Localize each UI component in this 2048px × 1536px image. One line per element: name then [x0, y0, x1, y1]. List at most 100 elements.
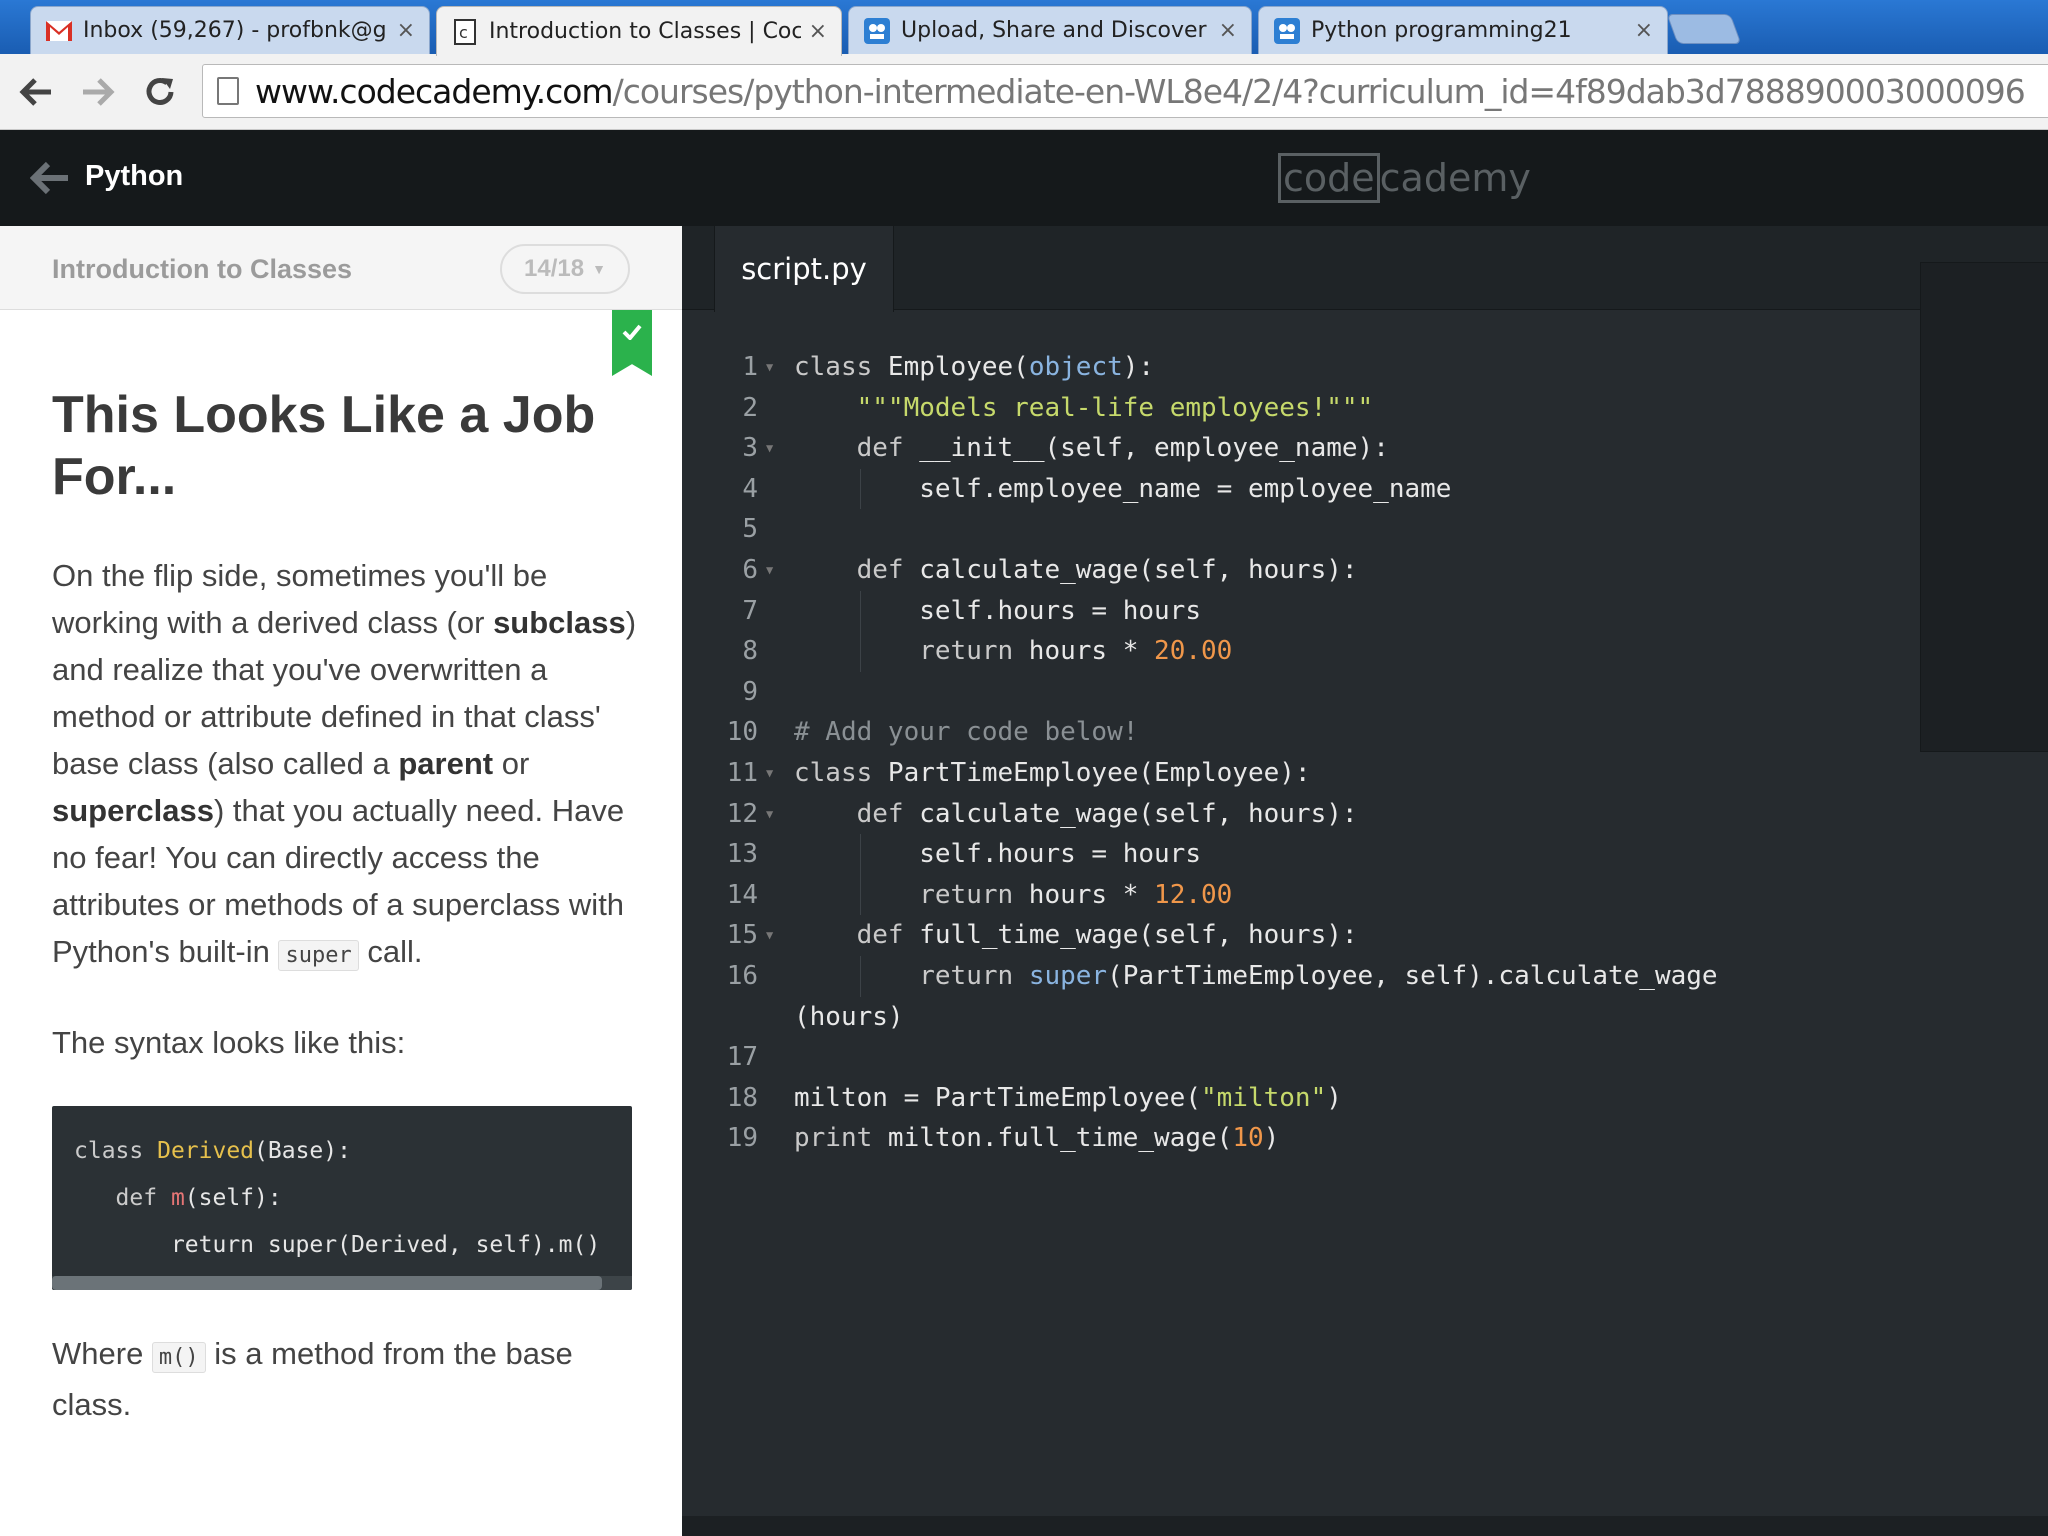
inline-code: super: [278, 940, 359, 971]
unit-title: Introduction to Classes: [52, 254, 353, 284]
code-line: 10 # Add your code below!: [682, 712, 2048, 753]
code-line: 12 ▼ def calculate_wage(self, hours):: [682, 794, 2048, 835]
tab-introduction-to-classes[interactable]: c Introduction to Classes | Coc ×: [436, 6, 842, 56]
tab-title: Inbox (59,267) - profbnk@g: [83, 18, 387, 43]
code-text: return hours * 12.00: [919, 879, 1233, 910]
lesson-paragraph: On the flip side, sometimes you'll be wo…: [52, 558, 637, 971]
line-number: 6: [742, 554, 758, 585]
tab-python-programming21[interactable]: Python programming21 ×: [1258, 6, 1668, 54]
line-number: 1: [742, 352, 758, 382]
course-name[interactable]: Python: [85, 160, 183, 193]
line-number: 16: [726, 960, 758, 991]
url-bar[interactable]: www.codecademy.com/courses/python-interm…: [202, 64, 2048, 118]
arrow-left-icon[interactable]: [30, 160, 70, 196]
line-number: 11: [726, 757, 758, 788]
horizontal-scrollbar[interactable]: [52, 1276, 632, 1290]
code-line: 19 print milton.full_time_wage(10): [682, 1118, 2048, 1159]
code-line: 13 self.hours = hours: [682, 834, 2048, 875]
tab-inbox[interactable]: Inbox (59,267) - profbnk@g ×: [30, 6, 430, 54]
checkmark-icon: [622, 324, 642, 340]
line-number: 18: [726, 1082, 758, 1113]
code-line: 6 ▼ def calculate_wage(self, hours):: [682, 550, 2048, 591]
lesson-paragraph: Where m() is a method from the base clas…: [52, 1336, 573, 1422]
code-text: # Add your code below!: [794, 717, 1139, 748]
code-line: 1 ▼ class Employee(object):: [682, 347, 2048, 388]
line-number: 19: [726, 1123, 758, 1154]
reload-button[interactable]: [138, 70, 182, 114]
code-area[interactable]: 1 ▼ class Employee(object): 2 """Models re…: [682, 347, 2048, 1159]
code-line: 3 ▼ def __init__(self, employee_name):: [682, 428, 2048, 469]
address-toolbar: www.codecademy.com/courses/python-interm…: [0, 54, 2048, 130]
gmail-icon: [45, 17, 73, 45]
forward-button[interactable]: [76, 70, 120, 114]
line-number: 2: [742, 392, 758, 423]
code-example: class Derived(Base): def m(self): return…: [52, 1106, 632, 1290]
line-number: 5: [742, 514, 758, 545]
upload-site-icon: [863, 17, 891, 45]
lesson-topbar: Introduction to Classes 14/18 ▼: [0, 226, 682, 310]
tab-upload-share-discover[interactable]: Upload, Share and Discover ×: [848, 6, 1252, 54]
code-line: 14 return hours * 12.00: [682, 874, 2048, 916]
arrow-left-icon: [19, 78, 51, 106]
codecademy-icon: c: [451, 18, 479, 46]
line-number: 14: [726, 879, 758, 910]
lesson-paragraph: The syntax looks like this:: [52, 1025, 406, 1060]
code-line: 16 return super(PartTimeEmployee, self).…: [682, 955, 2048, 997]
page-icon: [217, 77, 239, 105]
line-number: 13: [726, 839, 758, 870]
tab-title: Python programming21: [1311, 18, 1572, 43]
code-text: class PartTimeEmployee(Employee):: [794, 757, 1311, 788]
line-number: 9: [742, 676, 758, 707]
line-number: 4: [742, 473, 758, 504]
fold-arrow-icon[interactable]: ▼: [766, 794, 773, 835]
code-line: 11 ▼ class PartTimeEmployee(Employee):: [682, 753, 2048, 794]
code-line: 9: [682, 672, 2048, 713]
back-button[interactable]: [14, 70, 58, 114]
code-text: def calculate_wage(self, hours):: [856, 554, 1358, 585]
fold-arrow-icon[interactable]: ▼: [766, 347, 773, 388]
browser-tab-bar: Inbox (59,267) - profbnk@g × c Introduct…: [0, 0, 2048, 56]
line-number: 8: [742, 636, 758, 667]
close-icon[interactable]: ×: [809, 19, 827, 44]
code-line: 17: [682, 1037, 2048, 1078]
code-text: """Models real-life employees!""": [856, 392, 1374, 423]
site-header: Python code cademy: [0, 130, 2048, 226]
code-line: 2 """Models real-life employees!""": [682, 388, 2048, 429]
editor-tab-bar: script.py: [682, 226, 2048, 312]
fold-arrow-icon[interactable]: ▼: [766, 753, 773, 794]
close-icon[interactable]: ×: [1219, 18, 1237, 43]
line-number: 12: [726, 798, 758, 829]
line-number: 10: [726, 717, 758, 748]
code-text: self.hours = hours: [794, 839, 1201, 870]
close-icon[interactable]: ×: [397, 18, 415, 43]
fold-arrow-icon[interactable]: ▼: [766, 915, 773, 956]
svg-text:c: c: [459, 23, 468, 42]
new-tab-button[interactable]: [1666, 14, 1742, 44]
code-text: self.employee_name = employee_name: [794, 473, 1452, 504]
lesson-heading: This Looks Like a Job For...: [52, 386, 596, 506]
code-editor: script.py 1 ▼ class Employee(object): 2 ""…: [682, 226, 2048, 1536]
code-line: 18 milton = PartTimeEmployee("milton"): [682, 1078, 2048, 1119]
tab-title: Introduction to Classes | Coc: [489, 19, 801, 44]
fold-arrow-icon[interactable]: ▼: [766, 550, 773, 591]
completed-bookmark-icon: [612, 310, 652, 376]
code-line: 4 self.employee_name = employee_name: [682, 468, 2048, 510]
progress-dropdown[interactable]: 14/18 ▼: [500, 244, 630, 294]
code-text: return super(PartTimeEmployee, self).cal…: [919, 960, 1718, 991]
code-text: return hours * 20.00: [919, 636, 1233, 667]
arrow-right-icon: [83, 78, 115, 106]
tab-title: Upload, Share and Discover: [901, 18, 1207, 43]
chevron-down-icon: ▼: [592, 261, 606, 277]
url-text: www.codecademy.com/courses/python-interm…: [255, 71, 2026, 111]
lesson-panel: Introduction to Classes 14/18 ▼ This Loo…: [0, 226, 682, 1536]
fold-arrow-icon[interactable]: ▼: [766, 428, 773, 469]
file-tab-script[interactable]: script.py: [714, 226, 894, 312]
codecademy-logo[interactable]: code cademy: [1278, 152, 1531, 204]
code-text: class Employee(object):: [794, 352, 1155, 382]
line-number: 17: [726, 1042, 758, 1073]
code-line: 8 return hours * 20.00: [682, 631, 2048, 672]
close-icon[interactable]: ×: [1635, 18, 1653, 43]
code-text: (hours): [794, 1001, 904, 1032]
code-line: 15 ▼ def full_time_wage(self, hours):: [682, 915, 2048, 956]
code-text: def calculate_wage(self, hours):: [856, 798, 1358, 829]
